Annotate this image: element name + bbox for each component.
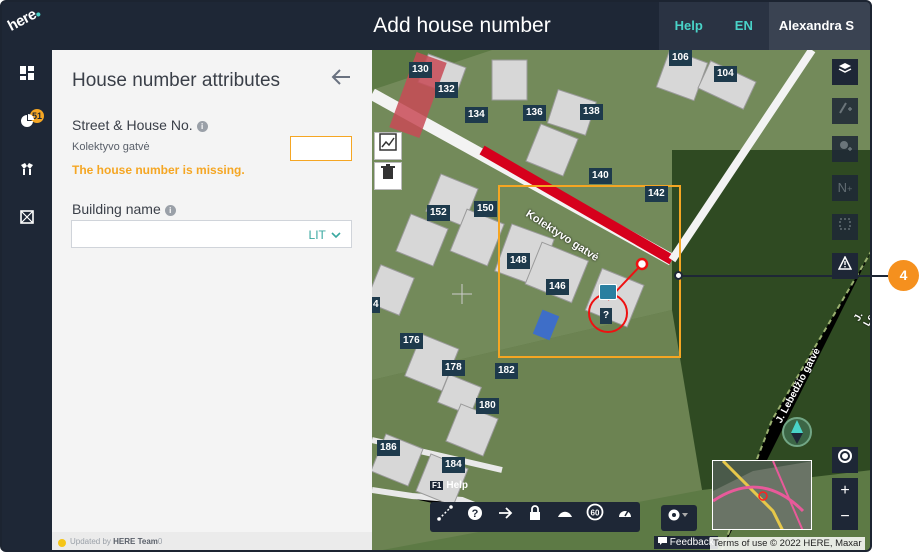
- house-label[interactable]: 182: [495, 363, 518, 379]
- address-point-icon[interactable]: [599, 284, 617, 300]
- layers-icon[interactable]: [832, 59, 858, 85]
- delete-icon[interactable]: [374, 162, 402, 190]
- info-icon[interactable]: i: [164, 205, 176, 216]
- add-area-icon[interactable]: [832, 214, 858, 240]
- lock-icon[interactable]: [520, 502, 550, 532]
- add-poi-icon[interactable]: [832, 136, 858, 162]
- terms-of-use[interactable]: Terms of use © 2022 HERE, Maxar: [710, 537, 865, 550]
- missing-warning: The house number is missing.: [72, 163, 245, 177]
- house-label[interactable]: 106: [669, 50, 692, 66]
- house-label[interactable]: 186: [377, 440, 400, 456]
- tools-icon[interactable]: [18, 162, 36, 180]
- house-number-input[interactable]: [290, 136, 352, 161]
- edit-photo-icon[interactable]: [374, 132, 402, 160]
- map-style-icon: [668, 509, 688, 521]
- speedometer-icon[interactable]: [610, 502, 640, 532]
- updated-by-footer: Updated by HERE Team0: [52, 532, 372, 550]
- back-arrow-icon[interactable]: [330, 66, 352, 95]
- f1-help-label: Help: [446, 480, 469, 491]
- top-bar: here Add house number Help EN Alexandra …: [2, 2, 870, 50]
- language-button[interactable]: EN: [718, 2, 769, 50]
- street-section-text: Street & House No.: [72, 117, 193, 133]
- minimap[interactable]: [712, 460, 812, 530]
- map-canvas[interactable]: 130 132 134 136 138 106 104 140 142 152 …: [372, 50, 870, 550]
- house-label[interactable]: 180: [476, 398, 499, 414]
- attributes-panel: House number attributes Street & House N…: [52, 50, 372, 550]
- house-label[interactable]: 136: [523, 105, 546, 121]
- unknown-house-number-marker[interactable]: ?: [600, 308, 613, 324]
- feedback-button[interactable]: Feedback: [654, 536, 718, 549]
- add-address-icon[interactable]: N+: [832, 175, 858, 201]
- chat-icon: [658, 537, 667, 545]
- zoom-in-button[interactable]: +: [832, 478, 858, 504]
- language-select[interactable]: LIT: [309, 228, 341, 242]
- house-label[interactable]: 178: [442, 360, 465, 376]
- svg-text:?: ?: [472, 508, 479, 520]
- hill-icon[interactable]: [550, 502, 580, 532]
- speed-limit-icon[interactable]: 60: [580, 502, 610, 532]
- map-style-switcher[interactable]: [661, 505, 697, 531]
- chevron-down-icon: [331, 232, 341, 239]
- house-label[interactable]: 4: [372, 297, 380, 313]
- building-name-input[interactable]: LIT: [71, 220, 352, 248]
- house-label[interactable]: 146: [546, 279, 569, 295]
- house-label[interactable]: 140: [589, 168, 612, 184]
- house-label[interactable]: 142: [645, 186, 668, 202]
- house-label[interactable]: 104: [714, 66, 737, 82]
- feedback-label: Feedback: [669, 537, 714, 548]
- pie-chart-icon[interactable]: [18, 114, 36, 132]
- panel-title: House number attributes: [72, 70, 281, 91]
- building-section-text: Building name: [72, 201, 161, 217]
- language-select-value: LIT: [308, 228, 326, 242]
- help-button[interactable]: Help: [658, 2, 719, 50]
- svg-text:60: 60: [591, 509, 600, 518]
- dashboard-icon[interactable]: [18, 66, 36, 84]
- draw-line-icon[interactable]: [430, 502, 460, 532]
- street-section-label: Street & House No. i: [72, 117, 208, 133]
- house-label[interactable]: 152: [427, 205, 450, 221]
- user-menu-button[interactable]: Alexandra S: [768, 2, 870, 50]
- locate-icon[interactable]: [832, 447, 858, 473]
- zoom-out-button[interactable]: −: [832, 504, 858, 530]
- top-right-menu: Help EN Alexandra S: [658, 2, 870, 50]
- house-label[interactable]: 130: [409, 62, 432, 78]
- minimap-image: [713, 461, 811, 529]
- updated-suffix: 0: [157, 537, 163, 546]
- building-section-label: Building name i: [72, 201, 176, 217]
- house-label[interactable]: 184: [442, 457, 465, 473]
- f1-key: F1: [430, 481, 444, 490]
- callout-badge: 4: [888, 260, 919, 291]
- house-label[interactable]: 132: [435, 82, 458, 98]
- house-label[interactable]: 138: [580, 104, 603, 120]
- info-icon[interactable]: i: [196, 121, 208, 132]
- callout-connector: [678, 275, 888, 277]
- updated-prefix: Updated by: [70, 537, 111, 546]
- callout-anchor: [674, 271, 683, 280]
- status-dot: [58, 539, 66, 547]
- updated-by-name: HERE Team: [113, 537, 158, 546]
- add-road-icon[interactable]: [832, 98, 858, 124]
- street-name: Kolektyvo gatvė: [72, 141, 150, 153]
- question-icon[interactable]: ?: [460, 502, 490, 532]
- map-grid-icon[interactable]: [18, 210, 36, 228]
- house-label[interactable]: 134: [465, 107, 488, 123]
- house-label[interactable]: 150: [474, 201, 497, 217]
- f1-help-hint[interactable]: F1 Help: [430, 480, 471, 491]
- bottom-toolbar: ? 60: [430, 502, 640, 532]
- left-nav: 51: [2, 50, 52, 550]
- house-label[interactable]: 148: [507, 253, 530, 269]
- house-label[interactable]: 176: [400, 333, 423, 349]
- arrow-right-icon[interactable]: [490, 502, 520, 532]
